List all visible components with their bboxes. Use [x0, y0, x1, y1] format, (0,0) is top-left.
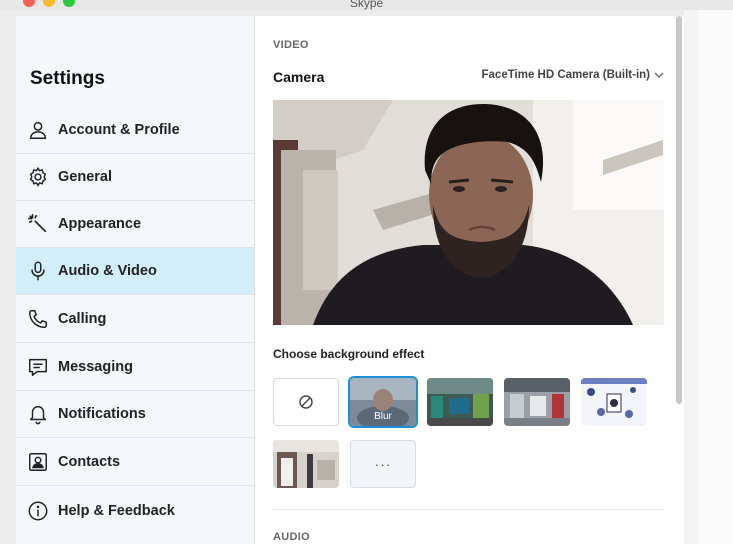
- background-window: [684, 10, 733, 544]
- info-icon: [26, 499, 50, 523]
- contact-card-icon: [26, 450, 50, 474]
- section-divider: [273, 509, 664, 510]
- sidebar-item-label: Contacts: [58, 454, 121, 470]
- sidebar-item-label: Help & Feedback: [58, 502, 175, 519]
- settings-title: Settings: [30, 68, 105, 89]
- office-thumbnail: [427, 378, 493, 426]
- window-title: Skype: [349, 0, 384, 10]
- sidebar-item-appearance[interactable]: Appearance: [16, 201, 254, 248]
- phone-icon: [26, 307, 50, 331]
- sidebar-item-general[interactable]: General: [16, 154, 254, 201]
- sidebar-item-label: Account & Profile: [58, 122, 180, 138]
- audio-section-label: AUDIO: [273, 531, 310, 543]
- sidebar-item-contacts[interactable]: Contacts: [16, 439, 254, 486]
- camera-select-value: FaceTime HD Camera (Built-in): [481, 69, 651, 81]
- microphone-icon: [26, 259, 50, 283]
- camera-label: Camera: [273, 69, 325, 85]
- sidebar-item-notifications[interactable]: Notifications: [16, 391, 254, 438]
- settings-content: VIDEO Camera FaceTime HD Camera (Built-i…: [255, 16, 684, 544]
- pattern-thumbnail: [581, 378, 647, 426]
- content-scrollbar[interactable]: [676, 16, 682, 544]
- sidebar-item-label: Calling: [58, 311, 107, 327]
- more-effects-label: ···: [374, 456, 392, 472]
- background-image-pattern[interactable]: [581, 378, 647, 426]
- chat-icon: [26, 355, 50, 379]
- background-image-workshop[interactable]: [504, 378, 570, 426]
- sidebar-item-label: Appearance: [58, 216, 142, 232]
- video-section-label: VIDEO: [273, 39, 309, 51]
- settings-window: Settings Account & Profile General Appea…: [16, 16, 684, 544]
- sidebar-item-label: Messaging: [58, 359, 133, 375]
- person-icon: [26, 118, 50, 142]
- sidebar-item-messaging[interactable]: Messaging: [16, 344, 254, 391]
- more-effects-button[interactable]: ···: [350, 440, 416, 488]
- background-image-room[interactable]: [273, 440, 339, 488]
- scrollbar-thumb[interactable]: [676, 16, 682, 404]
- blur-effect-option[interactable]: Blur: [350, 378, 416, 426]
- no-effect-icon: [299, 395, 313, 409]
- blur-label: Blur: [374, 411, 392, 422]
- bell-icon: [26, 402, 50, 426]
- settings-sidebar: Settings Account & Profile General Appea…: [16, 16, 255, 544]
- chevron-down-icon: [654, 72, 664, 78]
- sidebar-item-audio-video[interactable]: Audio & Video: [16, 248, 254, 295]
- workshop-thumbnail: [504, 378, 570, 426]
- title-bar: Skype: [0, 0, 733, 10]
- no-effect-option[interactable]: [273, 378, 339, 426]
- background-effect-label: Choose background effect: [273, 347, 425, 361]
- sidebar-item-label: Audio & Video: [58, 263, 157, 279]
- gear-icon: [26, 165, 50, 189]
- sidebar-item-account-profile[interactable]: Account & Profile: [16, 107, 254, 154]
- camera-select[interactable]: FaceTime HD Camera (Built-in): [482, 69, 665, 81]
- sidebar-item-help-feedback[interactable]: Help & Feedback: [16, 487, 254, 534]
- camera-preview: [273, 100, 664, 325]
- sidebar-item-label: General: [58, 169, 112, 185]
- sidebar-item-label: Notifications: [58, 406, 146, 422]
- background-image-office[interactable]: [427, 378, 493, 426]
- magic-wand-icon: [26, 212, 50, 236]
- room-thumbnail: [273, 440, 339, 488]
- sidebar-item-calling[interactable]: Calling: [16, 296, 254, 343]
